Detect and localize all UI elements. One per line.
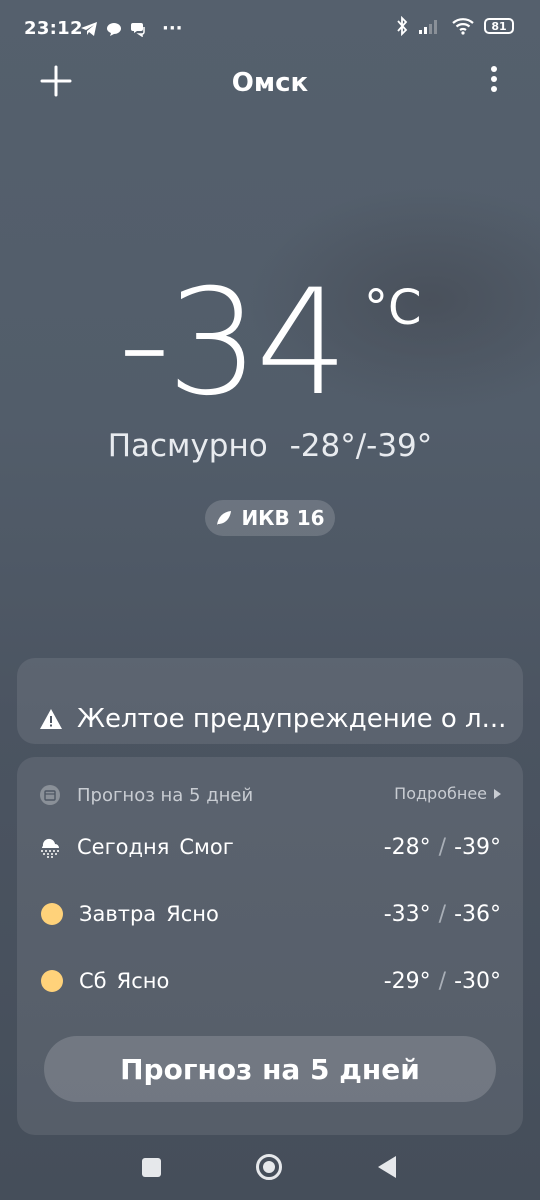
forecast-day: Завтра [79,902,157,926]
forecast-row-saturday[interactable]: Сб Ясно -29° / -30° [39,969,501,1003]
forecast-day: Сегодня [77,835,170,859]
temperature-value: -34 [118,258,348,428]
sun-icon [41,903,63,925]
forecast-more-label: Подробнее [394,784,487,803]
fog-icon [41,838,61,858]
battery-level: 81 [491,19,507,33]
aqi-label: ИКВ 16 [241,506,325,530]
warning-text: Желтое предупреждение о л... [77,704,507,734]
forecast-header: Прогноз на 5 дней Подробнее [39,784,501,810]
sun-icon [41,970,63,992]
forecast-row-today[interactable]: Сегодня Смог -28° / -39° [39,835,501,869]
leaf-icon [217,511,232,525]
battery-icon: 81 [484,18,514,34]
forecast-high: -28° [383,835,431,860]
aqi-badge[interactable]: ИКВ 16 [205,500,335,536]
condition-text: Пасмурно [107,428,268,464]
forecast-condition: Ясно [166,902,219,926]
status-time: 23:12 [24,18,83,39]
temperature-unit: °C [364,280,422,336]
weather-warning-card[interactable]: Желтое предупреждение о л... [17,658,523,744]
forecast-condition: Смог [179,835,234,859]
notification-icons: ··· [80,18,183,39]
home-button[interactable] [256,1154,282,1180]
telegram-icon [81,21,97,36]
forecast-low: -36° [454,902,501,927]
forecast-day: Сб [79,969,107,993]
forecast-condition: Ясно [116,969,170,993]
status-right: 81 [396,16,514,36]
city-name: Омск [231,68,309,98]
messages-icon [131,22,145,37]
current-temperature: -34 °C [0,268,540,418]
high-low-temps: -28°/-39° [289,428,433,464]
back-button[interactable] [378,1156,396,1178]
forecast-high: -33° [383,902,431,927]
signal-icon [419,20,437,34]
forecast-more-link[interactable]: Подробнее [394,784,501,803]
forecast-low: -30° [454,969,501,994]
forecast-high: -29° [383,969,431,994]
forecast-title: Прогноз на 5 дней [77,784,254,806]
status-bar: 23:12 ··· 81 [0,0,540,60]
warning-row: Желтое предупреждение о л... [39,704,509,734]
top-bar: Омск [0,55,540,110]
wifi-icon [452,18,474,35]
more-menu-button[interactable] [484,63,504,99]
more-vertical-icon [491,66,497,92]
recent-apps-button[interactable] [142,1158,161,1177]
forecast-low: -39° [454,835,501,860]
forecast-card: Прогноз на 5 дней Подробнее Сегодня Смог … [17,757,523,1135]
bluetooth-icon [397,16,408,36]
warning-icon [40,709,62,729]
triangle-right-icon [494,788,501,799]
chat-bubble-icon [107,22,121,36]
system-nav-bar [0,1140,540,1200]
condition-line: Пасмурно -28°/-39° [0,428,540,464]
forecast-row-tomorrow[interactable]: Завтра Ясно -33° / -36° [39,902,501,936]
five-day-forecast-button[interactable]: Прогноз на 5 дней [44,1036,496,1102]
calendar-icon [40,785,60,805]
more-notifications-indicator: ··· [162,18,183,39]
